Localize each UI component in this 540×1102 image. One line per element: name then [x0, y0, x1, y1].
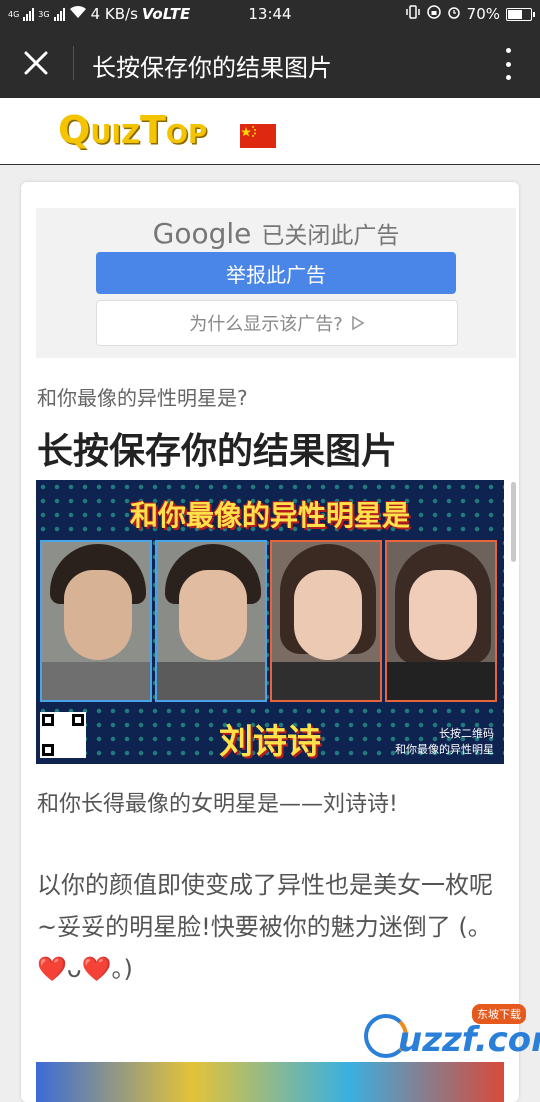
- poster-note: 长按二维码 和你最像的异性明星: [395, 726, 494, 758]
- quiztop-logo[interactable]: QUIZTOP: [58, 108, 207, 152]
- logo-letter: T: [139, 108, 166, 152]
- face-photo-2: [155, 540, 267, 702]
- app-titlebar: 长按保存你的结果图片: [0, 28, 540, 98]
- why-this-ad-button[interactable]: 为什么显示该广告?: [96, 300, 458, 346]
- vibrate-icon: [405, 5, 421, 23]
- logo-letter: Q: [58, 108, 91, 152]
- logo-letters: OP: [165, 120, 208, 150]
- face-photo-3: [270, 540, 382, 702]
- quiz-subtitle: 和你最像的异性明星是?: [37, 386, 248, 410]
- close-button[interactable]: [12, 38, 60, 88]
- logo-letters: UIZ: [90, 120, 140, 150]
- poster-note-line: 和你最像的异性明星: [395, 743, 494, 756]
- page-title: 长按保存你的结果图片: [92, 54, 332, 82]
- result-image[interactable]: 和你最像的异性明星是 刘诗诗 长按二维码 和你最像的异性明星: [36, 480, 504, 764]
- google-logo: Google: [152, 217, 252, 250]
- lock-rotation-icon: [426, 5, 441, 23]
- poster-title: 和你最像的异性明星是: [129, 499, 410, 532]
- status-bar: 4G 3G 4 KB/s VoLTE 13:44 70%: [0, 0, 540, 28]
- more-dot-icon: [505, 75, 511, 80]
- watermark-text: uzzf.com: [398, 1020, 540, 1060]
- adchoices-icon: [351, 315, 365, 331]
- ad-closed-text: 已关闭此广告: [261, 223, 400, 249]
- close-icon: [24, 51, 48, 75]
- more-menu-button[interactable]: [498, 46, 518, 82]
- more-dot-icon: [505, 61, 511, 67]
- content-card: Google 已关闭此广告 举报此广告 为什么显示该广告? 和你最像的异性明星是?…: [21, 182, 519, 1102]
- report-ad-button[interactable]: 举报此广告: [96, 252, 456, 294]
- ad-closed-panel: Google 已关闭此广告 举报此广告 为什么显示该广告?: [36, 208, 516, 358]
- battery-fill: [508, 9, 522, 19]
- uzzf-watermark: uzzf.com 东坡下载: [360, 1000, 540, 1070]
- alarm-icon: [447, 5, 461, 23]
- result-text: 和你长得最像的女明星是——刘诗诗!: [37, 792, 398, 817]
- face-morph-strip: [40, 540, 497, 702]
- article-heading: 长按保存你的结果图片: [37, 431, 398, 472]
- result-description: 以你的颜值即使变成了异性也是美女一枚呢~妥妥的明星脸!快要被你的魅力迷倒了 (。…: [37, 871, 493, 983]
- china-flag-icon[interactable]: [240, 124, 276, 152]
- ad-closed-header: Google 已关闭此广告: [36, 216, 516, 250]
- face-photo-1: [40, 540, 152, 702]
- why-this-ad-label: 为什么显示该广告?: [189, 314, 343, 335]
- titlebar-divider: [73, 46, 74, 80]
- more-dot-icon: [505, 48, 511, 53]
- scrollbar[interactable]: [511, 482, 516, 562]
- battery-percent: 70%: [466, 5, 500, 23]
- poster-note-line: 长按二维码: [439, 727, 494, 740]
- face-photo-4: [385, 540, 497, 702]
- watermark-badge: 东坡下载: [472, 1004, 526, 1024]
- battery-icon: [506, 7, 535, 21]
